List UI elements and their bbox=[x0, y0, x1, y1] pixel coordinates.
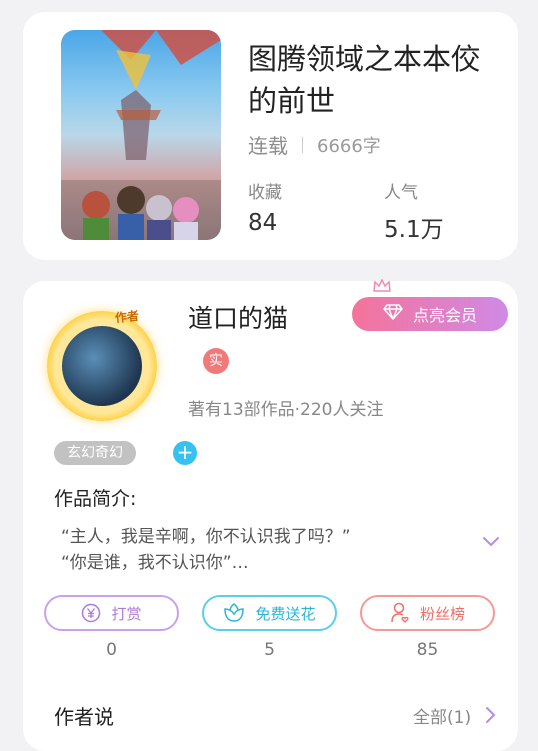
diamond-icon bbox=[383, 304, 403, 324]
vip-button-label: 点亮会员 bbox=[412, 306, 477, 325]
author-avatar[interactable]: 作者 bbox=[47, 309, 157, 421]
author-name[interactable]: 道口的猫 bbox=[188, 299, 288, 335]
author-say-all-link[interactable]: 全部(1) bbox=[413, 703, 471, 728]
genre-tag[interactable]: 玄幻奇幻 bbox=[54, 441, 136, 465]
meta-divider bbox=[302, 136, 303, 153]
fan-ranking-label: 粉丝榜 bbox=[419, 604, 465, 623]
flower-count: 5 bbox=[264, 640, 275, 660]
send-flower-label: 免费送花 bbox=[255, 604, 316, 623]
fan-count: 85 bbox=[416, 640, 439, 660]
cover-illustration bbox=[61, 30, 221, 240]
book-info-card: 图腾领域之本本佼的前世 连载 6666字 收藏 84 人气 5.1万 bbox=[23, 12, 518, 260]
reward-count: 0 bbox=[106, 640, 117, 660]
book-word-count: 6666字 bbox=[317, 135, 381, 157]
reward-label: 打赏 bbox=[111, 604, 142, 623]
popularity-label: 人气 bbox=[384, 183, 418, 203]
fan-user-icon bbox=[391, 602, 409, 623]
intro-text[interactable]: “主人，我是辛啊，你不认识我了吗？” “你是谁，我不认识你”… bbox=[61, 524, 461, 576]
book-cover-image[interactable] bbox=[61, 30, 221, 240]
flower-icon bbox=[224, 603, 245, 622]
favorites-value: 84 bbox=[248, 210, 278, 236]
avatar-author-tag: 作者 bbox=[114, 308, 140, 326]
book-title: 图腾领域之本本佼的前世 bbox=[248, 42, 481, 118]
crown-icon bbox=[373, 278, 391, 297]
verified-badge: 实 bbox=[203, 348, 229, 374]
popularity-value: 5.1万 bbox=[384, 217, 444, 243]
add-tag-button[interactable]: + bbox=[173, 441, 197, 465]
fan-ranking-button[interactable]: 粉丝榜 bbox=[360, 595, 495, 631]
book-meta: 连载 6666字 bbox=[248, 130, 381, 159]
reward-button[interactable]: 打赏 bbox=[44, 595, 179, 631]
book-status: 连载 bbox=[248, 134, 288, 158]
intro-title: 作品简介: bbox=[54, 488, 137, 510]
avatar-image bbox=[62, 326, 142, 406]
author-card: 作者 道口的猫 实 著有13部作品·220人关注 点亮会员 玄幻奇幻 + 作品简… bbox=[23, 278, 518, 751]
intro-line: “你是谁，我不认识你”… bbox=[61, 553, 249, 573]
send-flower-button[interactable]: 免费送花 bbox=[202, 595, 337, 631]
author-works-info: 著有13部作品·220人关注 bbox=[188, 400, 384, 420]
chevron-down-icon[interactable] bbox=[482, 532, 500, 550]
intro-line: “主人，我是辛啊，你不认识我了吗？” bbox=[61, 527, 351, 547]
favorites-label: 收藏 bbox=[248, 183, 282, 203]
yen-coin-icon bbox=[82, 603, 101, 623]
chevron-right-icon[interactable] bbox=[484, 706, 496, 728]
vip-member-button[interactable]: 点亮会员 bbox=[352, 297, 508, 331]
author-say-title: 作者说 bbox=[54, 705, 114, 729]
